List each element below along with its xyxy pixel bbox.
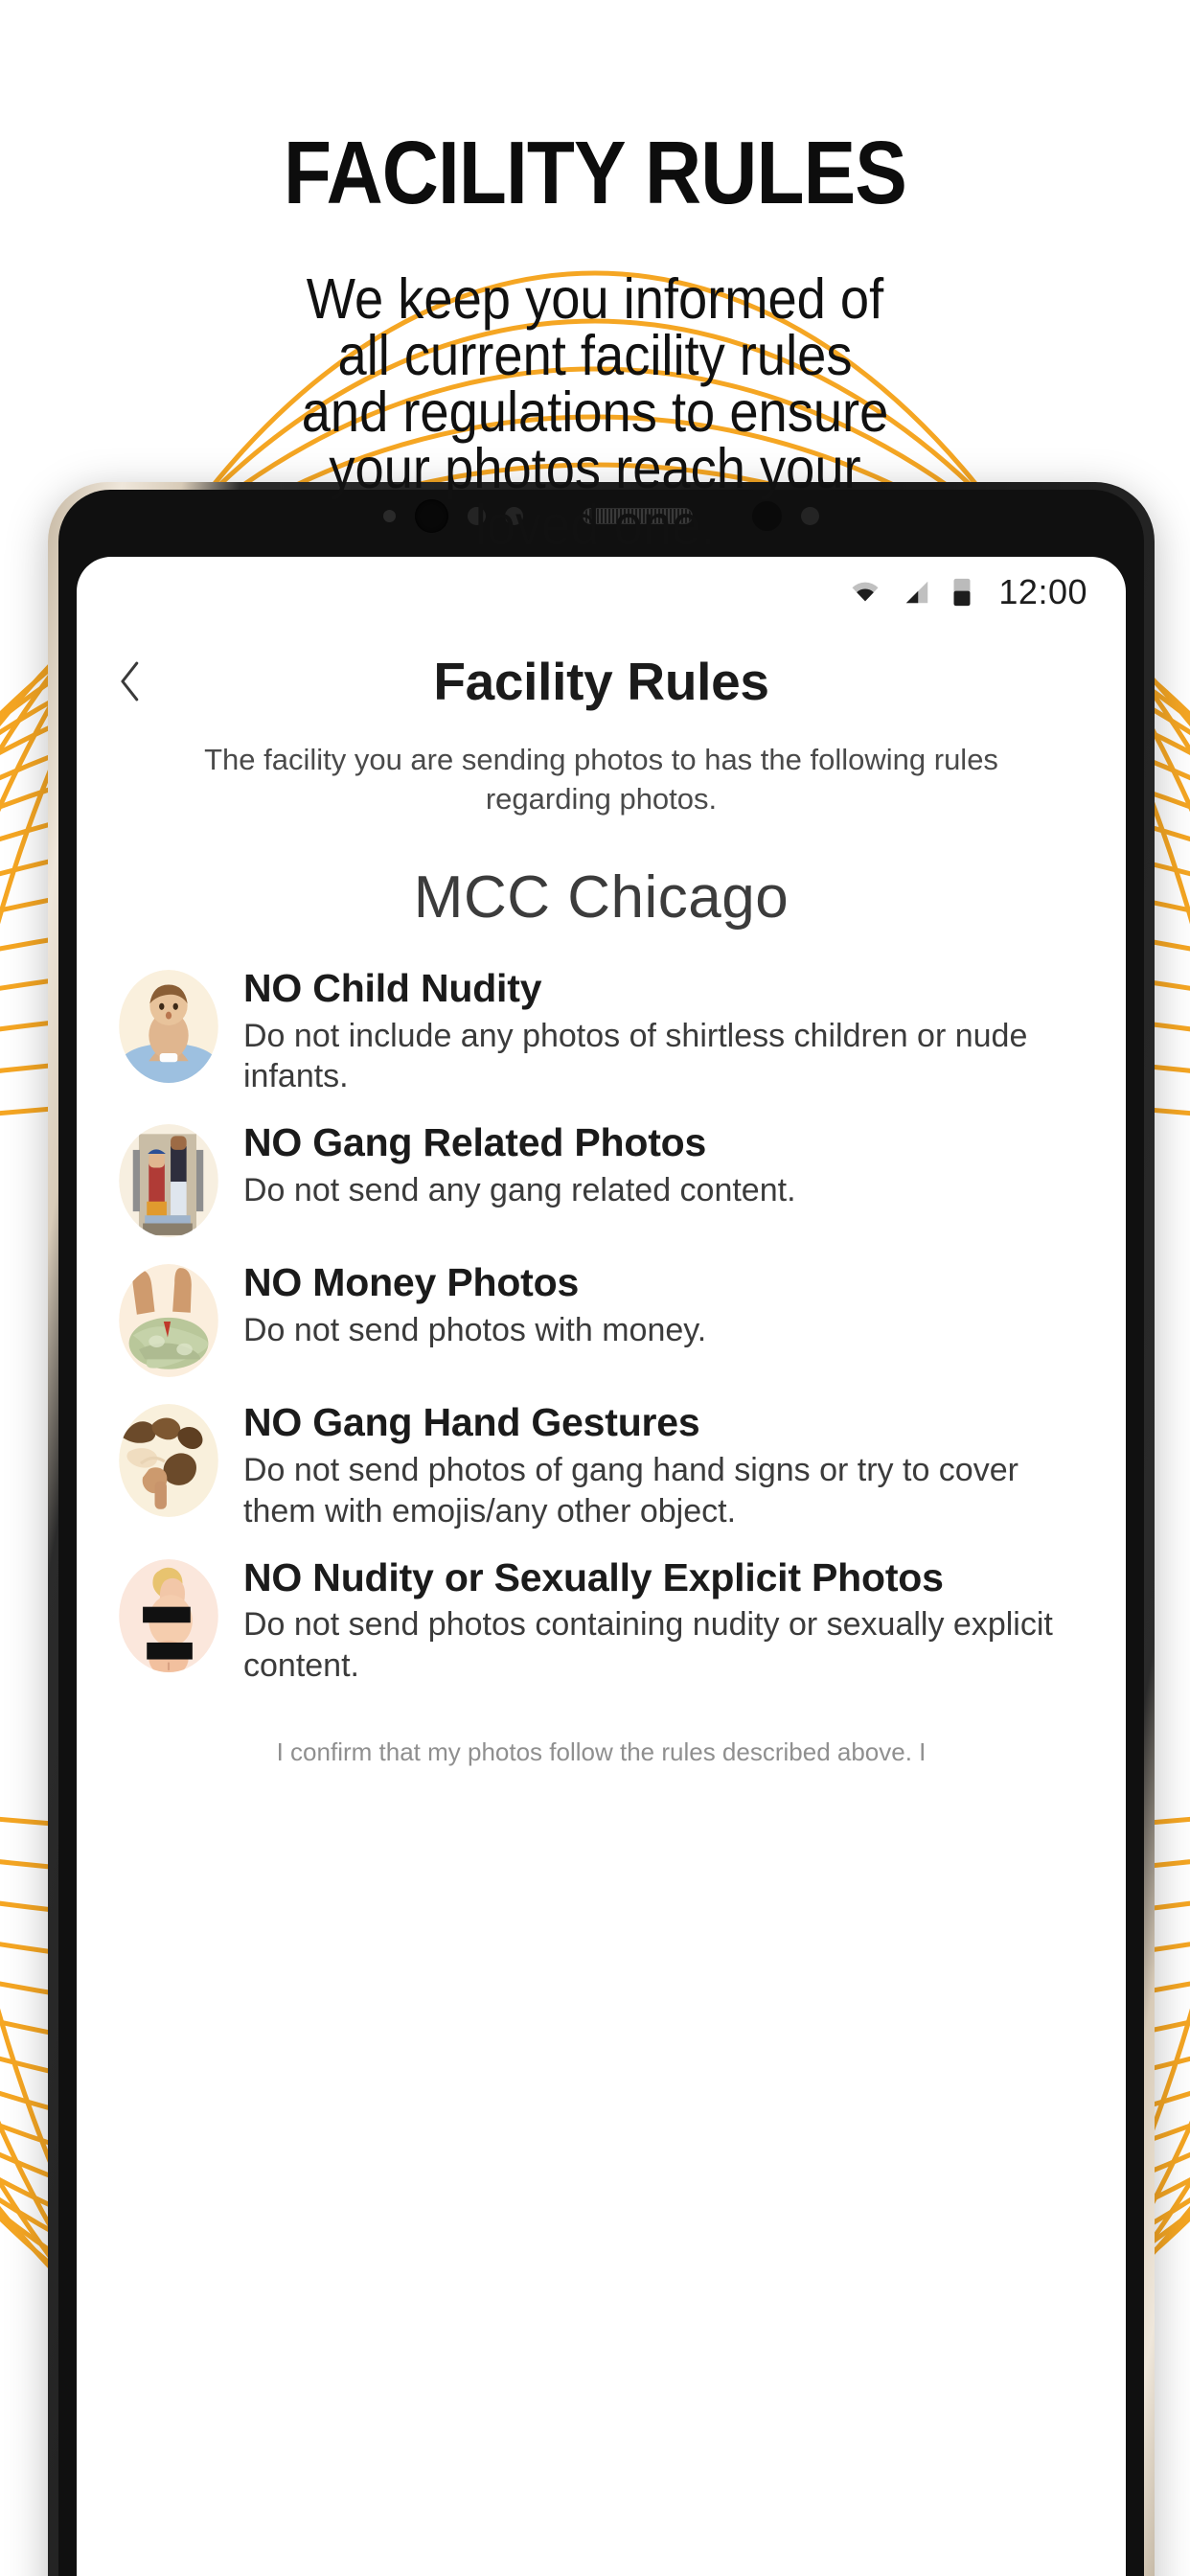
app-title: Facility Rules — [433, 652, 769, 711]
phone-screen: 12:00 Facility Rules The facility you ar… — [77, 557, 1126, 2576]
rule-heading: NO Gang Related Photos — [243, 1120, 707, 1165]
rules-list: NO Child Nudity Do not include any photo… — [77, 964, 1126, 1687]
rule-description: Do not send any gang related content. — [243, 1171, 796, 1208]
back-button[interactable] — [103, 655, 157, 708]
rule-heading: NO Gang Hand Gestures — [243, 1400, 700, 1445]
rule-text: NO Nudity or Sexually Explicit Photos Do… — [243, 1553, 1084, 1687]
chevron-left-icon — [121, 661, 139, 702]
rule-text: NO Money Photos Do not send photos with … — [243, 1258, 1084, 1351]
promo-subtitle-line: and regulations to ensure — [301, 380, 889, 444]
confirm-text: I confirm that my photos follow the rule… — [276, 1736, 927, 1766]
list-item[interactable]: NO Nudity or Sexually Explicit Photos Do… — [119, 1553, 1084, 1687]
promo-copy: FACILITY RULES We keep you informed of a… — [0, 0, 1190, 554]
promo-subtitle: We keep you informed of all current faci… — [48, 271, 1143, 554]
rule-description: Do not send photos of gang hand signs or… — [243, 1451, 1018, 1530]
money-hands-icon — [119, 1264, 218, 1378]
phone-mockup: 12:00 Facility Rules The facility you ar… — [48, 482, 1155, 2576]
promo-screenshot: FACILITY RULES We keep you informed of a… — [0, 0, 1190, 2576]
rule-heading: NO Money Photos — [243, 1260, 580, 1305]
list-item[interactable]: NO Gang Hand Gestures Do not send photos… — [119, 1398, 1084, 1531]
promo-subtitle-line: We keep you informed of — [306, 267, 884, 331]
promo-subtitle-line: loved one. — [474, 494, 716, 557]
list-item[interactable]: NO Child Nudity Do not include any photo… — [119, 964, 1084, 1097]
list-item[interactable]: NO Money Photos Do not send photos with … — [119, 1258, 1084, 1378]
child-bathing-icon — [119, 969, 218, 1083]
app-subtitle: The facility you are sending photos to h… — [204, 743, 998, 816]
promo-subtitle-line: your photos reach your — [329, 437, 861, 500]
rule-text: NO Gang Hand Gestures Do not send photos… — [243, 1398, 1084, 1531]
app-bar: Facility Rules — [77, 628, 1126, 735]
status-bar-time: 12:00 — [998, 572, 1087, 611]
wifi-icon — [852, 582, 879, 602]
list-item[interactable]: NO Gang Related Photos Do not send any g… — [119, 1118, 1084, 1238]
rule-heading: NO Nudity or Sexually Explicit Photos — [243, 1554, 944, 1599]
facility-name: MCC Chicago — [413, 863, 790, 931]
battery-icon — [953, 578, 971, 607]
rule-description: Do not include any photos of shirtless c… — [243, 1017, 1028, 1095]
page-title: FACILITY RULES — [283, 123, 907, 222]
phone-body: 12:00 Facility Rules The facility you ar… — [48, 482, 1155, 2576]
cellular-signal-icon — [906, 581, 928, 604]
rule-description: Do not send photos containing nudity or … — [243, 1606, 1053, 1685]
nudity-censored-icon — [119, 1558, 218, 1672]
status-bar: 12:00 — [77, 557, 1126, 628]
rule-description: Do not send photos with money. — [243, 1311, 707, 1348]
rule-text: NO Child Nudity Do not include any photo… — [243, 964, 1084, 1097]
rule-heading: NO Child Nudity — [243, 965, 542, 1010]
gang-members-icon — [119, 1124, 218, 1238]
hand-gesture-icon — [119, 1404, 218, 1518]
rule-text: NO Gang Related Photos Do not send any g… — [243, 1118, 1084, 1211]
promo-subtitle-line: all current facility rules — [337, 324, 853, 387]
